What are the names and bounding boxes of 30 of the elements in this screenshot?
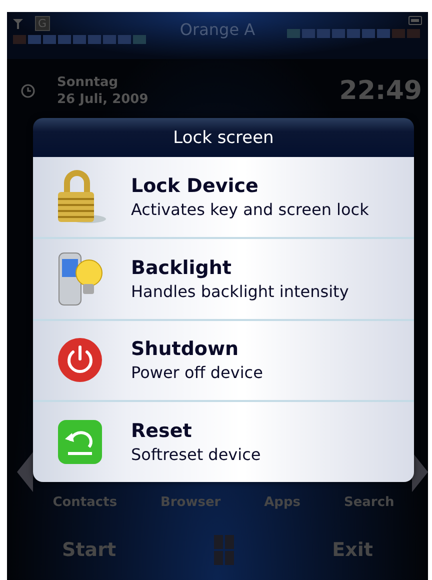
windows-grid-icon	[214, 535, 234, 565]
item-description: Activates key and screen lock	[131, 200, 369, 219]
item-description: Softreset device	[131, 445, 261, 464]
item-title: Shutdown	[131, 338, 240, 360]
weekday: Sonntag	[57, 75, 120, 90]
menu-item[interactable]: Reset Softreset device	[33, 402, 414, 482]
nav-label: Browser	[160, 495, 221, 510]
operator-name: Orange A	[180, 19, 256, 39]
antenna-icon	[13, 18, 23, 28]
nav-label: Apps	[264, 495, 301, 510]
clock-icon	[21, 84, 35, 98]
battery-icon	[408, 16, 422, 25]
item-description: Handles backlight intensity	[131, 282, 349, 301]
power-icon	[57, 337, 103, 384]
menu-item[interactable]: Lock Device Activates key and screen lock	[33, 157, 414, 239]
item-title: Reset	[131, 420, 193, 442]
dialog-title: Lock screen	[33, 118, 414, 157]
menu-item[interactable]: Shutdown Power off device	[33, 320, 414, 402]
item-title: Lock Device	[131, 174, 260, 197]
nav-label: Search	[344, 495, 394, 510]
left-arrow-icon	[17, 452, 33, 492]
date: 26 Juli, 2009	[57, 92, 150, 107]
nav-label: Contacts	[52, 495, 118, 510]
menu-item[interactable]: Backlight Handles backlight intensity	[33, 238, 414, 320]
clock-time: 22:49	[339, 76, 422, 106]
signal-meter-icon	[287, 29, 422, 38]
item-description: Power off device	[131, 363, 263, 382]
signal-meter-icon	[13, 35, 148, 44]
item-title: Backlight	[131, 256, 232, 279]
reset-icon	[57, 419, 103, 466]
